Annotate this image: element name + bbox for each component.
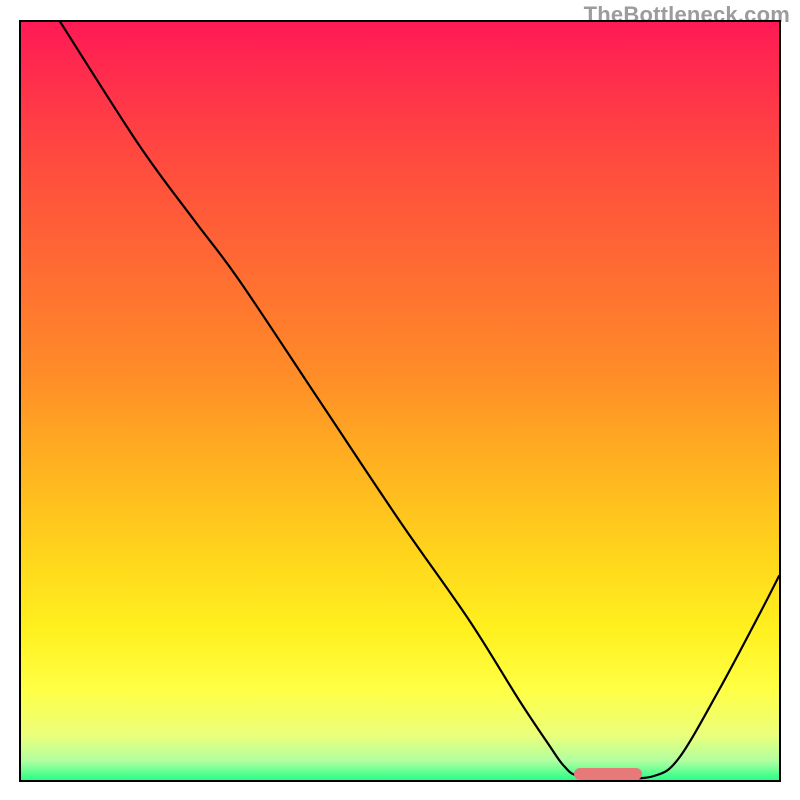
plot-frame	[19, 20, 781, 782]
optimal-range-marker	[574, 768, 642, 780]
bottleneck-curve	[21, 22, 779, 780]
